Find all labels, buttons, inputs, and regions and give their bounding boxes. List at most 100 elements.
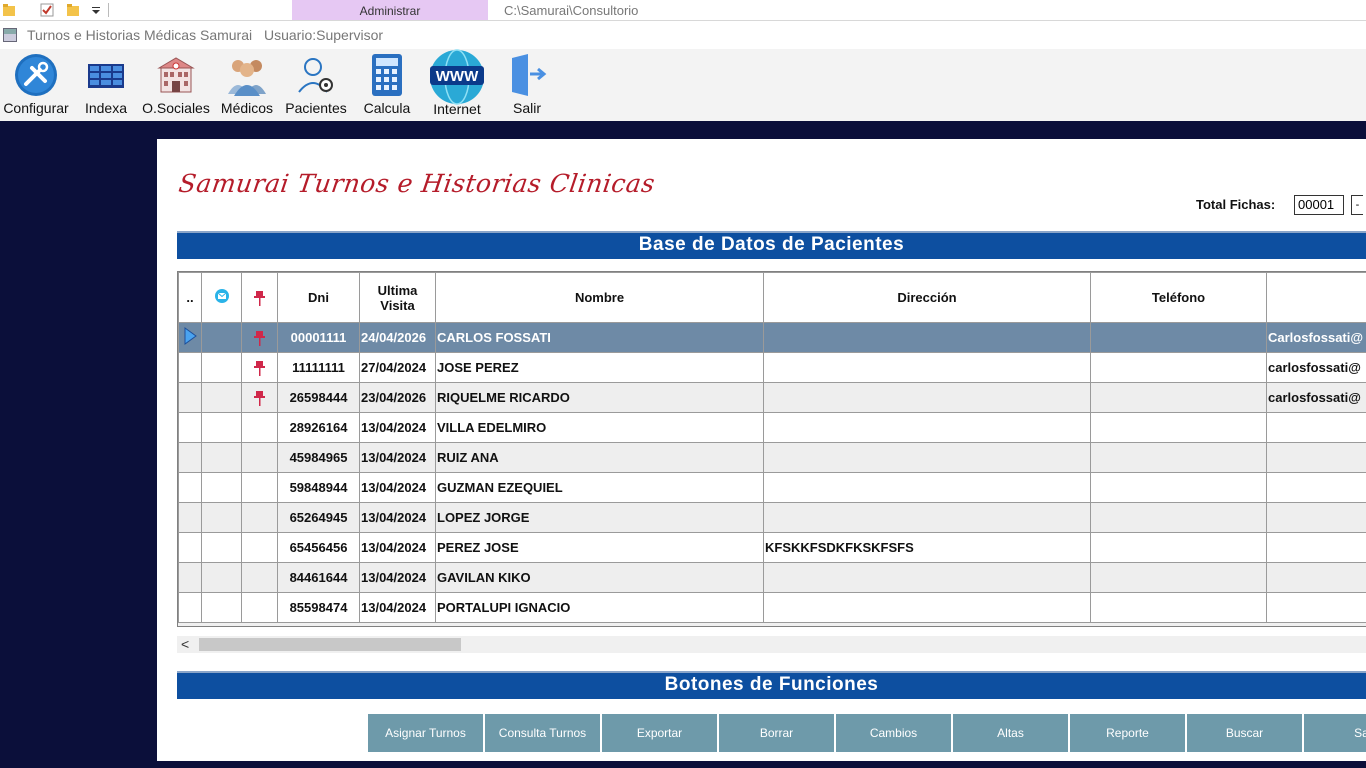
col-email[interactable] (1266, 272, 1366, 323)
nombre-cell[interactable]: LOPEZ JORGE (435, 502, 764, 533)
email-cell[interactable] (1266, 562, 1366, 593)
nombre-cell[interactable]: GAVILAN KIKO (435, 562, 764, 593)
visita-cell[interactable]: 27/04/2024 (359, 352, 436, 383)
indexa-button[interactable]: Indexa (76, 49, 136, 121)
email-cell[interactable] (1266, 532, 1366, 563)
function-button[interactable]: Altas (953, 714, 1069, 752)
row-marker[interactable] (178, 472, 202, 503)
visita-cell[interactable]: 13/04/2024 (359, 592, 436, 623)
configurar-button[interactable]: Configurar (0, 49, 72, 121)
col-email-flag[interactable] (201, 272, 242, 323)
email-flag-cell[interactable] (201, 352, 242, 383)
nombre-cell[interactable]: RIQUELME RICARDO (435, 382, 764, 413)
checklist-icon[interactable] (40, 3, 54, 17)
visita-cell[interactable]: 24/04/2026 (359, 322, 436, 353)
telefono-cell[interactable] (1090, 472, 1267, 503)
nombre-cell[interactable]: PEREZ JOSE (435, 532, 764, 563)
visita-cell[interactable]: 13/04/2024 (359, 562, 436, 593)
telefono-cell[interactable] (1090, 412, 1267, 443)
dni-cell[interactable]: 59848944 (277, 472, 360, 503)
visita-cell[interactable]: 13/04/2024 (359, 412, 436, 443)
table-row[interactable]: 59848944 13/04/2024 GUZMAN EZEQUIEL (178, 472, 1366, 503)
col-direccion[interactable]: Dirección (763, 272, 1091, 323)
row-marker[interactable] (178, 322, 202, 353)
dni-cell[interactable]: 11111111 (277, 352, 360, 383)
nombre-cell[interactable]: VILLA EDELMIRO (435, 412, 764, 443)
visita-cell[interactable]: 13/04/2024 (359, 472, 436, 503)
pin-cell[interactable] (241, 502, 278, 533)
dni-cell[interactable]: 26598444 (277, 382, 360, 413)
email-flag-cell[interactable] (201, 502, 242, 533)
table-row[interactable]: 65456456 13/04/2024 PEREZ JOSE KFSKKFSDKFKS… (178, 532, 1366, 563)
telefono-cell[interactable] (1090, 502, 1267, 533)
telefono-cell[interactable] (1090, 352, 1267, 383)
pin-cell[interactable] (241, 442, 278, 473)
salir-button[interactable]: Salir (500, 49, 554, 121)
email-cell[interactable]: carlosfossati@ (1266, 352, 1366, 383)
nombre-cell[interactable]: GUZMAN EZEQUIEL (435, 472, 764, 503)
row-marker[interactable] (178, 412, 202, 443)
telefono-cell[interactable] (1090, 562, 1267, 593)
direccion-cell[interactable] (763, 502, 1091, 533)
telefono-cell[interactable] (1090, 382, 1267, 413)
scroll-thumb[interactable] (199, 638, 461, 651)
email-cell[interactable] (1266, 412, 1366, 443)
function-button[interactable]: Buscar (1187, 714, 1303, 752)
email-flag-cell[interactable] (201, 322, 242, 353)
direccion-cell[interactable] (763, 472, 1091, 503)
table-row[interactable]: 00001111 24/04/2026 CARLOS FOSSATI Carlosfo… (178, 322, 1366, 353)
email-cell[interactable] (1266, 502, 1366, 533)
table-row[interactable]: 85598474 13/04/2024 PORTALUPI IGNACIO (178, 592, 1366, 623)
col-dni[interactable]: Dni (277, 272, 360, 323)
row-marker[interactable] (178, 532, 202, 563)
dni-cell[interactable]: 84461644 (277, 562, 360, 593)
email-flag-cell[interactable] (201, 472, 242, 503)
pin-cell[interactable] (241, 352, 278, 383)
function-button[interactable]: Reporte (1070, 714, 1186, 752)
function-button[interactable]: Sa (1304, 714, 1366, 752)
telefono-cell[interactable] (1090, 442, 1267, 473)
visita-cell[interactable]: 13/04/2024 (359, 442, 436, 473)
col-nombre[interactable]: Nombre (435, 272, 764, 323)
row-marker[interactable] (178, 592, 202, 623)
medicos-button[interactable]: Médicos (216, 49, 278, 121)
email-flag-cell[interactable] (201, 412, 242, 443)
function-button[interactable]: Cambios (836, 714, 952, 752)
visita-cell[interactable]: 13/04/2024 (359, 502, 436, 533)
row-marker[interactable] (178, 382, 202, 413)
dni-cell[interactable]: 65456456 (277, 532, 360, 563)
table-row[interactable]: 11111111 27/04/2024 JOSE PEREZ carlosfossat… (178, 352, 1366, 383)
horizontal-scrollbar[interactable]: < (177, 636, 1366, 653)
email-flag-cell[interactable] (201, 532, 242, 563)
tab-administrar[interactable]: Administrar (292, 0, 488, 20)
osociales-button[interactable]: O.Sociales (140, 49, 212, 121)
dni-cell[interactable]: 85598474 (277, 592, 360, 623)
pin-cell[interactable] (241, 592, 278, 623)
scroll-left-icon[interactable]: < (181, 636, 189, 653)
visita-cell[interactable]: 13/04/2024 (359, 532, 436, 563)
visita-cell[interactable]: 23/04/2026 (359, 382, 436, 413)
email-cell[interactable] (1266, 592, 1366, 623)
nombre-cell[interactable]: JOSE PEREZ (435, 352, 764, 383)
email-flag-cell[interactable] (201, 382, 242, 413)
telefono-cell[interactable] (1090, 592, 1267, 623)
dropdown-arrow-icon[interactable] (89, 3, 103, 17)
total-fichas-spinner[interactable]: - (1351, 195, 1363, 215)
pin-cell[interactable] (241, 532, 278, 563)
col-marker[interactable]: .. (178, 272, 202, 323)
email-cell[interactable]: Carlosfossati@ (1266, 322, 1366, 353)
direccion-cell[interactable] (763, 412, 1091, 443)
function-button[interactable]: Borrar (719, 714, 835, 752)
telefono-cell[interactable] (1090, 532, 1267, 563)
dni-cell[interactable]: 45984965 (277, 442, 360, 473)
folder-open-icon[interactable] (66, 3, 80, 17)
table-row[interactable]: 65264945 13/04/2024 LOPEZ JORGE (178, 502, 1366, 533)
patients-grid[interactable]: .. Dni Ultima Visita Nombre Dirección Tel… (177, 271, 1366, 627)
col-telefono[interactable]: Teléfono (1090, 272, 1267, 323)
function-button[interactable]: Exportar (602, 714, 718, 752)
total-fichas-field[interactable]: 00001 (1294, 195, 1344, 215)
email-flag-cell[interactable] (201, 562, 242, 593)
table-row[interactable]: 45984965 13/04/2024 RUIZ ANA (178, 442, 1366, 473)
pin-cell[interactable] (241, 412, 278, 443)
calcula-button[interactable]: Calcula (356, 49, 418, 121)
